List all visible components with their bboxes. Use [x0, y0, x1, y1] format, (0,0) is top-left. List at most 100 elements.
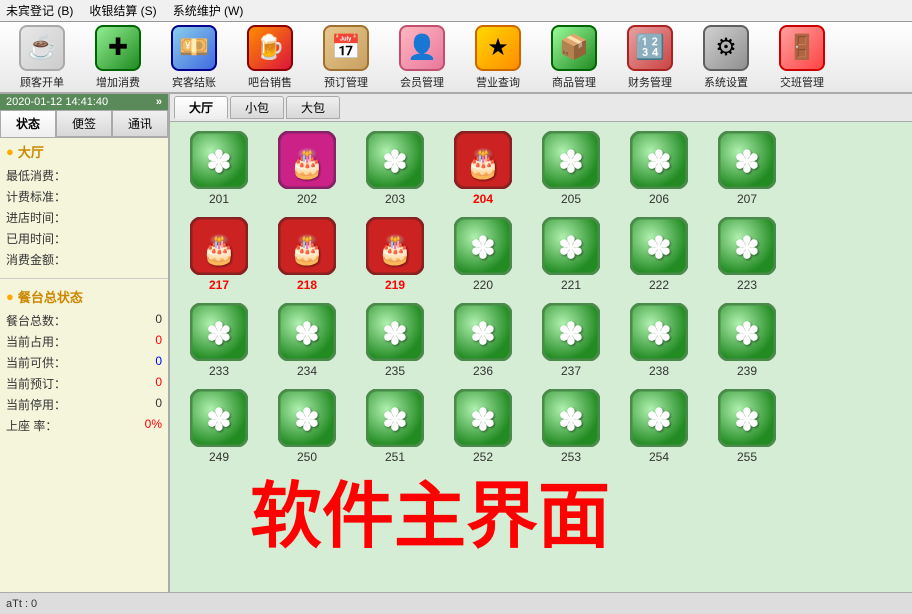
svg-text:✽: ✽	[734, 318, 759, 351]
table-cell-222[interactable]: ✽ 222	[620, 216, 698, 292]
tab-large-room[interactable]: 大包	[286, 96, 340, 119]
table-cell-238[interactable]: ✽ 238	[620, 302, 698, 378]
table-cell-201[interactable]: ✽ 201	[180, 130, 258, 206]
svg-text:✽: ✽	[646, 404, 671, 437]
menu-system[interactable]: 系统维护 (W)	[173, 2, 244, 19]
table-cell-206[interactable]: ✽ 206	[620, 130, 698, 206]
available-label: 当前可供：	[6, 354, 66, 371]
table-cell-250[interactable]: ✽ 250	[268, 388, 346, 464]
checkin-time-label: 进店时间：	[6, 209, 66, 226]
toolbar-btn-6[interactable]: ★营业查询	[464, 25, 532, 90]
table-cell-255[interactable]: ✽ 255	[708, 388, 786, 464]
collapse-arrow[interactable]: »	[156, 96, 162, 108]
toolbar-btn-7[interactable]: 📦商品管理	[540, 25, 608, 90]
table-icon-250: ✽	[277, 388, 337, 448]
table-label-239: 239	[737, 364, 757, 378]
table-cell-207[interactable]: ✽ 207	[708, 130, 786, 206]
tab-small-room[interactable]: 小包	[230, 96, 284, 119]
toolbar-btn-8[interactable]: 🔢财务管理	[616, 25, 684, 90]
charge-standard-row: 计费标准：	[6, 186, 162, 207]
table-cell-237[interactable]: ✽ 237	[532, 302, 610, 378]
table-cell-252[interactable]: ✽ 252	[444, 388, 522, 464]
tab-notes[interactable]: 便签	[56, 110, 112, 137]
table-cell-254[interactable]: ✽ 254	[620, 388, 698, 464]
table-cell-253[interactable]: ✽ 253	[532, 388, 610, 464]
table-icon-238: ✽	[629, 302, 689, 362]
toolbar-label-5: 会员管理	[400, 74, 444, 90]
table-cell-223[interactable]: ✽ 223	[708, 216, 786, 292]
table-cell-220[interactable]: ✽ 220	[444, 216, 522, 292]
table-label-217: 217	[209, 278, 229, 292]
table-cell-235[interactable]: ✽ 235	[356, 302, 434, 378]
table-status-title: 餐台总状态	[6, 287, 162, 306]
svg-text:✽: ✽	[558, 146, 583, 179]
toolbar-btn-9[interactable]: ⚙系统设置	[692, 25, 760, 90]
table-cell-221[interactable]: ✽ 221	[532, 216, 610, 292]
menu-checkin[interactable]: 未宾登记 (B)	[6, 2, 73, 19]
table-icon-203: ✽	[365, 130, 425, 190]
charge-standard-label: 计费标准：	[6, 188, 66, 205]
toolbar-btn-1[interactable]: ✚ 增加消费	[84, 25, 152, 90]
table-cell-204[interactable]: 🎂 204	[444, 130, 522, 206]
toolbar-icon-1: ✚	[95, 25, 141, 71]
toolbar-btn-0[interactable]: ☕顾客开单	[8, 25, 76, 90]
table-cell-233[interactable]: ✽ 233	[180, 302, 258, 378]
table-cell-251[interactable]: ✽ 251	[356, 388, 434, 464]
tab-hall[interactable]: 大厅	[174, 96, 228, 119]
table-cell-249[interactable]: ✽ 249	[180, 388, 258, 464]
table-cell-205[interactable]: ✽ 205	[532, 130, 610, 206]
toolbar-btn-5[interactable]: 👤 会员管理	[388, 25, 456, 90]
toolbar-icon-7: 📦	[551, 25, 597, 71]
table-icon-222: ✽	[629, 216, 689, 276]
table-cell-219[interactable]: 🎂 219	[356, 216, 434, 292]
toolbar-btn-2[interactable]: 💴宾客结账	[160, 25, 228, 90]
table-icon-254: ✽	[629, 388, 689, 448]
table-label-221: 221	[561, 278, 581, 292]
occupied-label: 当前占用：	[6, 333, 66, 350]
toolbar-btn-10[interactable]: 🚪交班管理	[768, 25, 836, 90]
svg-text:🎂: 🎂	[290, 146, 325, 180]
toolbar-label-1: 增加消费	[96, 74, 140, 90]
table-label-254: 254	[649, 450, 669, 464]
disabled-row: 当前停用： 0	[6, 394, 162, 415]
table-cell-202[interactable]: 🎂 202	[268, 130, 346, 206]
available-value: 0	[155, 354, 162, 371]
reserved-value: 0	[155, 375, 162, 392]
table-label-255: 255	[737, 450, 757, 464]
svg-text:🎂: 🎂	[378, 232, 413, 266]
table-icon-251: ✽	[365, 388, 425, 448]
tab-comms[interactable]: 通讯	[112, 110, 168, 137]
table-cell-218[interactable]: 🎂 218	[268, 216, 346, 292]
table-cell-217[interactable]: 🎂 217	[180, 216, 258, 292]
menu-checkout[interactable]: 收银结算 (S)	[89, 2, 156, 19]
watermark-text: 软件主界面	[250, 457, 610, 562]
total-tables-row: 餐台总数： 0	[6, 310, 162, 331]
menu-bar: 未宾登记 (B) 收银结算 (S) 系统维护 (W)	[0, 0, 912, 22]
table-row-1: 🎂 217 🎂 218 🎂 219 ✽ 220	[180, 216, 902, 292]
table-cell-203[interactable]: ✽ 203	[356, 130, 434, 206]
table-label-205: 205	[561, 192, 581, 206]
tab-status[interactable]: 状态	[0, 110, 56, 137]
used-time-row: 已用时间：	[6, 228, 162, 249]
table-label-201: 201	[209, 192, 229, 206]
toolbar-btn-3[interactable]: 🍺吧台销售	[236, 25, 304, 90]
table-status-section: 餐台总状态 餐台总数： 0 当前占用： 0 当前可供： 0 当前预订： 0 当前…	[0, 283, 168, 440]
svg-text:✽: ✽	[470, 404, 495, 437]
table-label-251: 251	[385, 450, 405, 464]
svg-text:✽: ✽	[470, 232, 495, 265]
toolbar-btn-4[interactable]: 📅预订管理	[312, 25, 380, 90]
table-label-233: 233	[209, 364, 229, 378]
svg-text:✽: ✽	[558, 232, 583, 265]
table-label-253: 253	[561, 450, 581, 464]
table-icon-204: 🎂	[453, 130, 513, 190]
reserved-row: 当前预订： 0	[6, 373, 162, 394]
table-label-202: 202	[297, 192, 317, 206]
table-cell-234[interactable]: ✽ 234	[268, 302, 346, 378]
svg-text:✽: ✽	[206, 318, 231, 351]
table-cell-236[interactable]: ✽ 236	[444, 302, 522, 378]
table-icon-236: ✽	[453, 302, 513, 362]
table-row-3: ✽ 249 ✽ 250 ✽ 25	[180, 388, 902, 464]
table-cell-239[interactable]: ✽ 239	[708, 302, 786, 378]
toolbar-icon-5: 👤	[399, 25, 445, 71]
toolbar-label-0: 顾客开单	[20, 74, 64, 90]
